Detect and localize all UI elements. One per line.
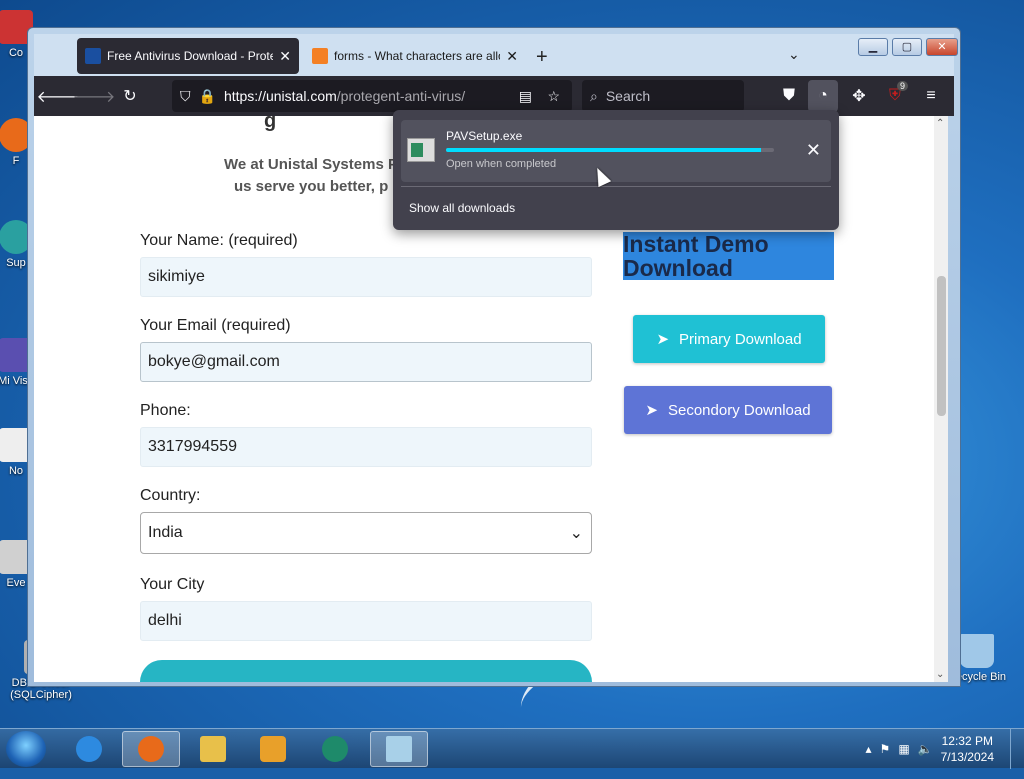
notepad-icon <box>386 736 412 762</box>
scroll-down-icon[interactable]: ⌄ <box>936 669 944 680</box>
primary-download-button[interactable]: ➤ Primary Download <box>633 315 825 363</box>
country-select[interactable]: India ⌄ <box>140 512 592 554</box>
submit-button[interactable] <box>140 660 592 682</box>
paper-plane-icon: ➤ <box>645 402 658 419</box>
close-window-button[interactable]: ✕ <box>926 38 958 56</box>
installer-file-icon <box>407 138 435 162</box>
show-desktop-button[interactable] <box>1010 729 1024 769</box>
downloads-button[interactable]: ◔ <box>808 80 838 112</box>
tab-strip: Free Antivirus Download - Prote ✕ forms … <box>34 34 958 76</box>
maximize-button[interactable]: ▢ <box>892 38 922 56</box>
ublock-origin-icon[interactable]: ⛨ 9 <box>880 80 910 112</box>
download-progress-bar <box>446 148 774 152</box>
phone-label: Phone: <box>140 402 191 419</box>
lock-icon[interactable]: 🔒 <box>199 88 216 105</box>
recycle-bin-icon <box>960 634 994 668</box>
media-player-icon <box>260 736 286 762</box>
reload-button[interactable]: ↻ <box>114 80 146 112</box>
city-label: Your City <box>140 576 205 593</box>
section-heading: g <box>264 116 277 132</box>
stackoverflow-favicon-icon <box>312 48 328 64</box>
firefox-icon <box>138 736 164 762</box>
page-scrollbar[interactable]: ⌃ ⌄ <box>934 116 948 682</box>
list-all-tabs-button[interactable]: ⌄ <box>788 46 800 63</box>
tracking-protection-icon[interactable]: ⛉ <box>180 88 191 105</box>
name-label: Your Name: (required) <box>140 232 298 249</box>
unistal-favicon-icon <box>85 48 101 64</box>
show-all-downloads-link[interactable]: Show all downloads <box>409 201 515 215</box>
forward-button[interactable]: 🡒 <box>73 80 116 112</box>
new-tab-button[interactable]: + <box>536 46 548 69</box>
search-icon: ⌕ <box>590 87 598 104</box>
download-progress-fill <box>446 148 761 152</box>
start-button[interactable] <box>6 731 46 767</box>
taskbar-explorer[interactable] <box>184 731 242 767</box>
pocket-icon[interactable]: ⛊ <box>774 80 804 112</box>
taskbar: ▴ ⚑ ▦ 🔈 12:32 PM 7/13/2024 <box>0 728 1024 769</box>
scroll-up-icon[interactable]: ⌃ <box>936 118 944 129</box>
taskbar-media-player[interactable] <box>244 731 302 767</box>
extensions-icon[interactable]: ✥ <box>844 80 874 112</box>
taskbar-app[interactable] <box>306 731 364 767</box>
url-bar[interactable]: ⛉ 🔒 https://unistal.com/protegent-anti-v… <box>172 80 572 112</box>
taskbar-internet-explorer[interactable] <box>60 731 118 767</box>
volume-muted-icon[interactable]: 🔈 <box>918 742 933 756</box>
flag-icon[interactable]: ⚑ <box>880 742 891 756</box>
paper-plane-icon: ➤ <box>656 331 670 348</box>
app-icon <box>322 736 348 762</box>
download-file-name: PAVSetup.exe <box>446 129 523 143</box>
menu-icon[interactable]: ≡ <box>916 80 946 112</box>
network-icon[interactable]: ▦ <box>898 742 909 756</box>
clock[interactable]: 12:32 PM 7/13/2024 <box>941 733 994 765</box>
demo-heading: Instant Demo Download <box>623 232 834 280</box>
download-status: Open when completed <box>446 158 557 170</box>
search-bar[interactable]: ⌕ Search <box>582 80 744 112</box>
minimize-button[interactable]: ▁ <box>858 38 888 56</box>
email-input[interactable]: bokye@gmail.com <box>140 342 592 382</box>
email-label: Your Email (required) <box>140 317 291 334</box>
taskbar-firefox[interactable] <box>122 731 180 767</box>
scroll-thumb[interactable] <box>937 276 946 416</box>
city-input[interactable]: delhi <box>140 601 592 641</box>
tab-free-antivirus[interactable]: Free Antivirus Download - Prote ✕ <box>77 38 299 74</box>
show-hidden-icons[interactable]: ▴ <box>866 742 872 756</box>
chevron-down-icon: ⌄ <box>569 525 583 542</box>
back-button[interactable]: 🡐 <box>37 80 80 112</box>
system-tray: ▴ ⚑ ▦ 🔈 12:32 PM 7/13/2024 <box>866 733 994 765</box>
reader-view-icon[interactable]: ▤ <box>519 88 532 105</box>
close-tab-icon[interactable]: ✕ <box>279 48 291 65</box>
cancel-download-icon[interactable]: ✕ <box>806 140 821 161</box>
name-input[interactable]: sikimiye <box>140 257 592 297</box>
secondary-download-button[interactable]: ➤ Secondory Download <box>624 386 832 434</box>
download-item[interactable]: PAVSetup.exe Open when completed ✕ <box>401 120 831 182</box>
downloads-panel: PAVSetup.exe Open when completed ✕ Show … <box>393 110 839 230</box>
phone-input[interactable]: 3317994559 <box>140 427 592 467</box>
panel-divider <box>401 186 831 187</box>
tab-forms[interactable]: forms - What characters are allo ✕ <box>304 38 526 74</box>
country-label: Country: <box>140 487 201 504</box>
internet-explorer-icon <box>76 736 102 762</box>
taskbar-notepad[interactable] <box>370 731 428 767</box>
folder-icon <box>200 736 226 762</box>
close-tab-icon[interactable]: ✕ <box>506 48 518 65</box>
bookmark-star-icon[interactable]: ☆ <box>547 88 560 105</box>
